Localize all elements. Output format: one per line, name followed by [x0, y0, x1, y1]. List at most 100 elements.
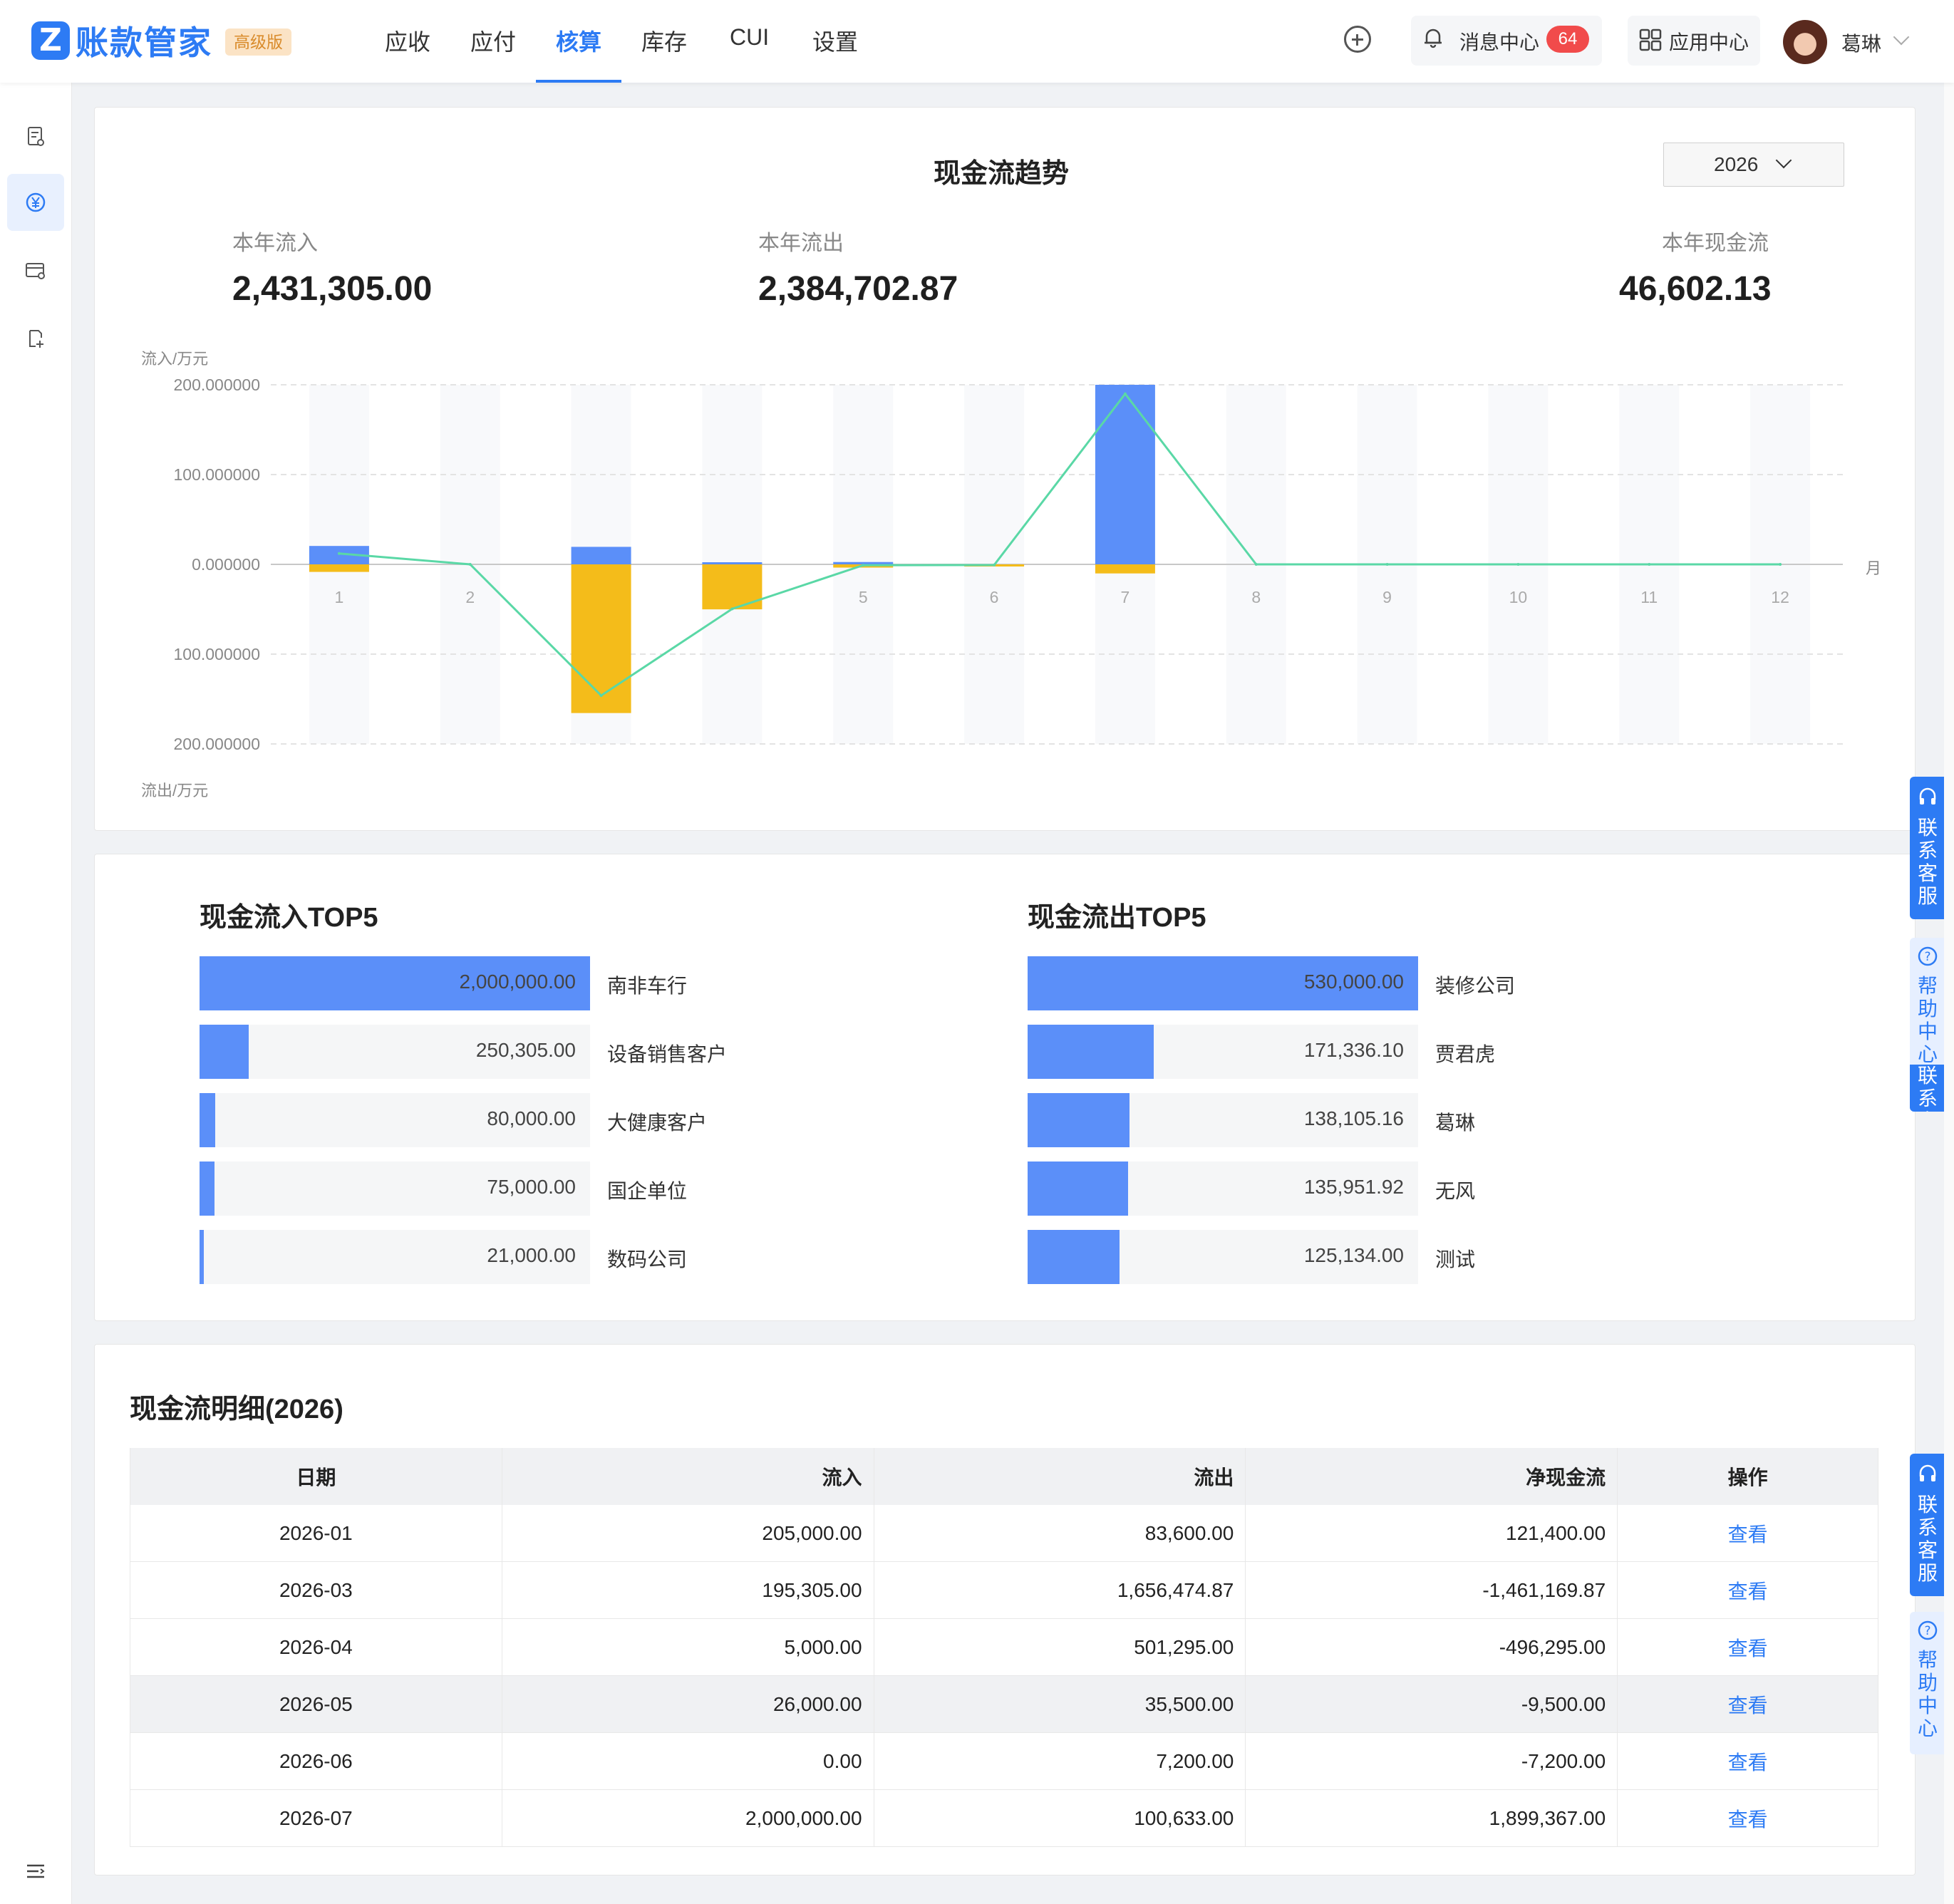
help-center-label: 帮助中心 — [1917, 975, 1938, 1065]
x-tick-label: 5 — [859, 588, 868, 606]
line-point — [337, 552, 341, 555]
cashflow-trend-chart: 200.000000 100.000000 0.000000 100.000000 20… — [173, 376, 1843, 753]
cell-net: 1,899,367.00 — [1245, 1789, 1618, 1847]
cell-outflow: 35,500.00 — [874, 1675, 1246, 1733]
nav-item-inventory[interactable]: 库存 — [641, 24, 687, 57]
top5-name: 南非车行 — [607, 975, 688, 997]
scrollbar[interactable] — [1944, 0, 1954, 1904]
contact-service-button[interactable]: 联系客服 — [1910, 777, 1945, 919]
line-point — [1516, 563, 1520, 566]
view-link[interactable]: 查看 — [1728, 1637, 1768, 1660]
help-center-button[interactable]: ? 帮助中心 联系客服 — [1910, 938, 1945, 1112]
bar — [571, 564, 631, 713]
top5-bar: 2,000,000.00 — [200, 956, 590, 1010]
table-header-row: 日期 流入 流出 净现金流 操作 — [130, 1448, 1878, 1505]
inflow-top5-title: 现金流入TOP5 — [200, 903, 378, 933]
nav-item-receivable[interactable]: 应收 — [385, 24, 430, 57]
user-name[interactable]: 葛琳 — [1841, 29, 1881, 57]
headset-icon — [1919, 1464, 1936, 1481]
cell-inflow: 195,305.00 — [502, 1561, 874, 1619]
contact-service-button[interactable]: 联系客服 — [1910, 1454, 1945, 1596]
top5-bar-fill — [200, 1025, 249, 1079]
top5-bar: 171,336.10 — [1028, 1025, 1418, 1079]
cell-date: 2026-05 — [130, 1675, 502, 1733]
app-grid-icon — [1639, 29, 1662, 51]
nav-item-settings[interactable]: 设置 — [812, 24, 858, 57]
top5-bar: 80,000.00 — [200, 1093, 590, 1147]
cell-net: -7,200.00 — [1245, 1732, 1618, 1790]
bar — [309, 564, 369, 572]
question-circle-icon: ? — [1918, 946, 1938, 966]
nav-item-accounting[interactable]: 核算 — [556, 24, 601, 57]
top5-value: 250,305.00 — [475, 1039, 576, 1061]
line-point — [1254, 563, 1258, 566]
cell-inflow: 5,000.00 — [502, 1618, 874, 1676]
x-tick-label: 10 — [1509, 588, 1528, 606]
top5-bar-fill — [1028, 1093, 1130, 1147]
top5-value: 135,951.92 — [1303, 1176, 1404, 1198]
logo-icon: Z — [31, 21, 70, 60]
message-center-label: 消息中心 — [1459, 31, 1540, 53]
view-link[interactable]: 查看 — [1728, 1752, 1768, 1774]
y-tick-label: 200.000000 — [173, 376, 260, 394]
cell-inflow: 205,000.00 — [502, 1505, 874, 1562]
top5-name: 装修公司 — [1435, 975, 1516, 997]
top5-bar-fill — [1028, 1161, 1128, 1216]
sidebar-collapse-button[interactable] — [7, 1843, 64, 1900]
view-link[interactable]: 查看 — [1728, 1523, 1768, 1546]
y-tick-label: 100.000000 — [173, 465, 260, 484]
cell-date: 2026-06 — [130, 1732, 502, 1790]
help-center-label: 帮助中心 — [1917, 1649, 1938, 1739]
top5-bar: 75,000.00 — [200, 1161, 590, 1216]
nav-item-cui[interactable]: CUI — [730, 24, 769, 51]
add-icon[interactable] — [1344, 26, 1371, 53]
app-title: 账款管家 — [76, 24, 212, 61]
top5-value: 75,000.00 — [487, 1176, 576, 1198]
top5-bar: 135,951.92 — [1028, 1161, 1418, 1216]
top5-bar-fill — [200, 1093, 215, 1147]
top5-value: 2,000,000.00 — [459, 971, 577, 993]
question-circle-icon: ? — [1918, 1620, 1938, 1640]
cell-net: -496,295.00 — [1245, 1618, 1618, 1676]
view-link[interactable]: 查看 — [1728, 1580, 1768, 1603]
top5-bar: 250,305.00 — [200, 1025, 590, 1079]
cell-inflow: 26,000.00 — [502, 1675, 874, 1733]
bar — [1095, 564, 1155, 574]
help-center-button[interactable]: ? 帮助中心 — [1910, 1612, 1945, 1754]
view-link[interactable]: 查看 — [1728, 1809, 1768, 1831]
detail-title: 现金流明细(2026) — [130, 1395, 343, 1424]
bell-icon — [1425, 29, 1442, 48]
x-tick-label: 12 — [1771, 588, 1789, 606]
cell-outflow: 100,633.00 — [874, 1789, 1246, 1847]
cell-net: -9,500.00 — [1245, 1675, 1618, 1733]
line-point — [1779, 563, 1782, 566]
cell-date: 2026-03 — [130, 1561, 502, 1619]
nav-item-payable[interactable]: 应付 — [470, 24, 516, 57]
x-tick-label: 6 — [990, 588, 999, 606]
top5-name: 贾君虎 — [1435, 1043, 1496, 1065]
column-header-outflow: 流出 — [874, 1448, 1246, 1505]
x-tick-label: 1 — [335, 588, 344, 606]
avatar[interactable] — [1783, 20, 1827, 64]
line-point — [730, 607, 734, 611]
top5-bar: 21,000.00 — [200, 1230, 590, 1284]
table-row: 2026-05 26,000.00 35,500.00 -9,500.00 查看 — [130, 1675, 1878, 1733]
cell-outflow: 501,295.00 — [874, 1618, 1246, 1676]
menu-collapse-icon — [27, 1864, 45, 1878]
line-point — [1648, 563, 1651, 566]
top5-value: 80,000.00 — [487, 1107, 576, 1129]
top5-bar: 125,134.00 — [1028, 1230, 1418, 1284]
view-link[interactable]: 查看 — [1728, 1695, 1768, 1717]
svg-text:?: ? — [1924, 1624, 1930, 1638]
svg-text:?: ? — [1924, 950, 1930, 964]
y-tick-label: 200.000000 — [173, 735, 260, 753]
column-header-net: 净现金流 — [1245, 1448, 1618, 1505]
cell-outflow: 1,656,474.87 — [874, 1561, 1246, 1619]
top5-bar-fill — [1028, 1230, 1120, 1284]
edition-badge: 高级版 — [225, 29, 291, 56]
headset-icon — [1919, 787, 1936, 804]
contact-service-label: 联系客服 — [1917, 817, 1938, 907]
column-header-inflow: 流入 — [502, 1448, 874, 1505]
chevron-down-icon[interactable] — [1893, 29, 1910, 46]
table-row: 2026-04 5,000.00 501,295.00 -496,295.00 … — [130, 1618, 1878, 1676]
